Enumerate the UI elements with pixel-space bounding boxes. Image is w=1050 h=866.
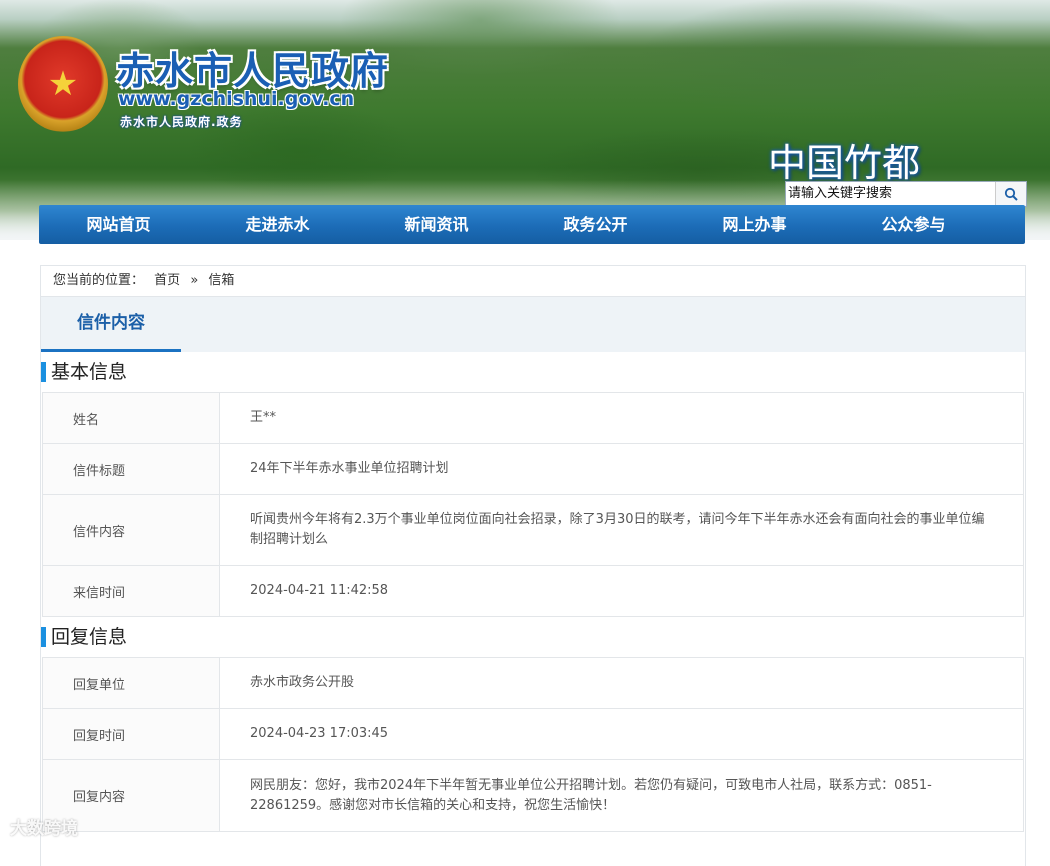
- search-box: [785, 181, 1027, 207]
- field-label: 回复单位: [42, 657, 220, 709]
- nav-item-online-services[interactable]: 网上办事: [675, 205, 834, 244]
- table-row: 信件标题 24年下半年赤水事业单位招聘计划: [42, 443, 1024, 495]
- field-value: 网民朋友：您好，我市2024年下半年暂无事业单位公开招聘计划。若您仍有疑问，可致…: [219, 759, 1024, 832]
- nav-item-gov-affairs[interactable]: 政务公开: [516, 205, 675, 244]
- field-value: 24年下半年赤水事业单位招聘计划: [219, 443, 1024, 495]
- section-title-basic: 基本信息: [41, 352, 1025, 392]
- nav-item-home[interactable]: 网站首页: [39, 205, 198, 244]
- breadcrumb-home-link[interactable]: 首页: [154, 273, 180, 288]
- nav-item-about-chishui[interactable]: 走进赤水: [198, 205, 357, 244]
- main-content: 您当前的位置： 首页 » 信箱 信件内容 基本信息 姓名 王** 信件标题 24…: [40, 265, 1026, 866]
- field-label: 来信时间: [42, 565, 220, 617]
- site-subtitle: 赤水市人民政府.政务: [120, 115, 243, 129]
- reply-info-table: 回复单位 赤水市政务公开股 回复时间 2024-04-23 17:03:45 回…: [42, 657, 1024, 832]
- basic-info-table: 姓名 王** 信件标题 24年下半年赤水事业单位招聘计划 信件内容 听闻贵州今年…: [42, 392, 1024, 617]
- site-url: www.gzchishui.gov.cn: [118, 88, 355, 110]
- breadcrumb-prefix: 您当前的位置：: [53, 273, 145, 288]
- table-row: 回复时间 2024-04-23 17:03:45: [42, 708, 1024, 760]
- table-row: 回复内容 网民朋友：您好，我市2024年下半年暂无事业单位公开招聘计划。若您仍有…: [42, 759, 1024, 832]
- field-label: 信件内容: [42, 494, 220, 566]
- field-label: 回复时间: [42, 708, 220, 760]
- slogan: 中国竹都: [768, 141, 921, 185]
- watermark: 大数跨境: [10, 819, 78, 839]
- national-emblem-icon: ★: [18, 36, 108, 132]
- breadcrumb-separator: »: [190, 273, 199, 288]
- field-label: 信件标题: [42, 443, 220, 495]
- search-icon: [1004, 187, 1018, 201]
- field-value: 2024-04-21 11:42:58: [219, 565, 1024, 617]
- nav-item-public-participation[interactable]: 公众参与: [834, 205, 993, 244]
- breadcrumb: 您当前的位置： 首页 » 信箱: [41, 266, 1025, 297]
- field-value: 赤水市政务公开股: [219, 657, 1024, 709]
- breadcrumb-current[interactable]: 信箱: [208, 273, 234, 288]
- field-value: 王**: [219, 392, 1024, 444]
- main-nav: 网站首页 走进赤水 新闻资讯 政务公开 网上办事 公众参与: [39, 205, 1025, 244]
- section-title-reply: 回复信息: [41, 617, 1025, 657]
- field-value: 2024-04-23 17:03:45: [219, 708, 1024, 760]
- field-value: 听闻贵州今年将有2.3万个事业单位岗位面向社会招录，除了3月30日的联考，请问今…: [219, 494, 1024, 566]
- tab-bar: 信件内容: [41, 297, 1025, 352]
- tab-letter-content[interactable]: 信件内容: [41, 297, 181, 352]
- site-name[interactable]: 赤水市人民政府: [116, 40, 389, 95]
- field-label: 姓名: [42, 392, 220, 444]
- header-banner: ★ 赤水市人民政府 www.gzchishui.gov.cn 赤水市人民政府.政…: [0, 0, 1050, 240]
- table-row: 姓名 王**: [42, 392, 1024, 444]
- search-input[interactable]: [786, 182, 996, 204]
- table-row: 回复单位 赤水市政务公开股: [42, 657, 1024, 709]
- nav-item-news[interactable]: 新闻资讯: [357, 205, 516, 244]
- table-row: 来信时间 2024-04-21 11:42:58: [42, 565, 1024, 617]
- search-button[interactable]: [995, 182, 1026, 206]
- table-row: 信件内容 听闻贵州今年将有2.3万个事业单位岗位面向社会招录，除了3月30日的联…: [42, 494, 1024, 566]
